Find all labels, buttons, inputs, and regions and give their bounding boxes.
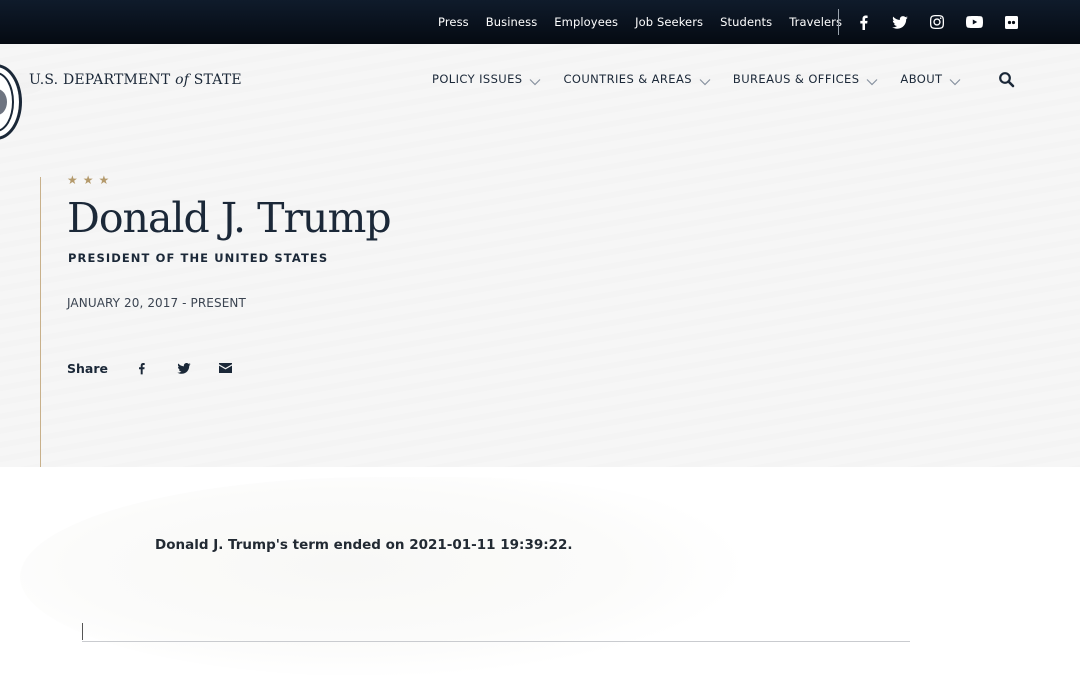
brand-text-prefix: U.S. DEPARTMENT (29, 72, 176, 88)
content-divider (82, 641, 910, 642)
chevron-down-icon (699, 75, 711, 86)
chevron-down-icon (529, 75, 541, 86)
main-navigation: POLICY ISSUES COUNTRIES & AREAS BUREAUS … (432, 72, 983, 86)
stars-decoration: ★ ★ ★ (67, 174, 114, 186)
department-seal-logo[interactable] (0, 64, 22, 140)
utility-divider (838, 9, 839, 35)
facebook-icon[interactable] (852, 11, 874, 33)
page-title: Donald J. Trump (67, 194, 392, 242)
brand-text-of: of (175, 72, 190, 88)
twitter-icon[interactable] (889, 11, 911, 33)
utility-link-travelers[interactable]: Travelers (789, 15, 842, 29)
nav-label: POLICY ISSUES (432, 72, 523, 86)
nav-label: COUNTRIES & AREAS (563, 72, 692, 86)
youtube-icon[interactable] (963, 11, 985, 33)
social-links (852, 0, 1037, 44)
star-icon: ★ (67, 173, 78, 187)
star-icon: ★ (98, 173, 110, 187)
instagram-icon[interactable] (926, 11, 948, 33)
background-smudge (20, 477, 740, 675)
utility-link-employees[interactable]: Employees (554, 15, 618, 29)
site-brand-logo[interactable]: U.S. DEPARTMENT of STATE (29, 72, 242, 88)
accent-line (40, 177, 41, 467)
utility-link-job-seekers[interactable]: Job Seekers (635, 15, 703, 29)
nav-bureaus-offices[interactable]: BUREAUS & OFFICES (733, 72, 879, 86)
page-subtitle: PRESIDENT OF THE UNITED STATES (68, 251, 329, 265)
nav-policy-issues[interactable]: POLICY ISSUES (432, 72, 541, 86)
page-header: U.S. DEPARTMENT of STATE POLICY ISSUES C… (0, 44, 1080, 467)
rule-marker (82, 623, 83, 640)
share-label: Share (67, 360, 108, 376)
nav-about[interactable]: ABOUT (900, 72, 961, 86)
chevron-down-icon (949, 75, 961, 86)
search-icon[interactable] (998, 71, 1016, 89)
star-icon: ★ (82, 173, 94, 187)
term-ended-message: Donald J. Trump's term ended on 2021-01-… (155, 537, 573, 553)
chevron-down-icon (866, 75, 878, 86)
utility-link-press[interactable]: Press (438, 15, 469, 29)
nav-label: ABOUT (900, 72, 943, 86)
flickr-icon[interactable] (1000, 11, 1022, 33)
nav-label: BUREAUS & OFFICES (732, 72, 860, 86)
share-bar: Share (67, 360, 260, 376)
facebook-icon[interactable] (134, 360, 150, 376)
term-dates: JANUARY 20, 2017 - PRESENT (67, 296, 246, 310)
brand-text-suffix: STATE (189, 72, 242, 88)
nav-countries-areas[interactable]: COUNTRIES & AREAS (563, 72, 711, 86)
utility-link-students[interactable]: Students (720, 15, 772, 29)
utility-link-business[interactable]: Business (486, 15, 538, 29)
twitter-icon[interactable] (176, 360, 192, 376)
main-content: Donald J. Trump's term ended on 2021-01-… (0, 467, 1080, 675)
utility-bar: Press Business Employees Job Seekers Stu… (0, 0, 1080, 44)
utility-links: Press Business Employees Job Seekers Stu… (430, 0, 859, 44)
email-icon[interactable] (218, 360, 234, 376)
